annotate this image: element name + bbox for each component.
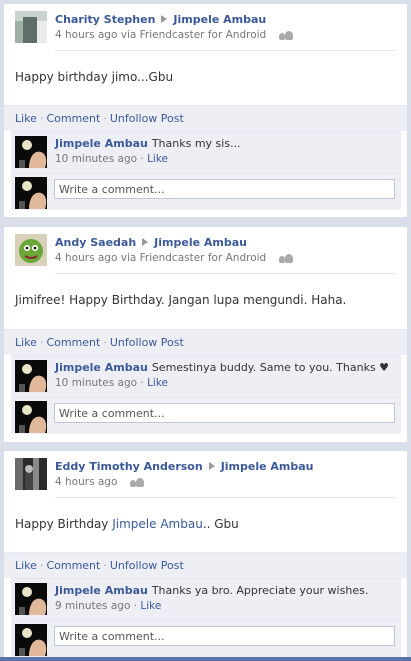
comment-like-link[interactable]: Like: [147, 377, 168, 389]
feed-post: Charity Stephen Jimpele Ambau 4 hours ago…: [4, 4, 407, 217]
post-header: Charity Stephen Jimpele Ambau 4 hours ago…: [4, 4, 407, 56]
post-meta: 4 hours ago via Friendcaster for Android: [55, 252, 293, 264]
post-name-line: Charity Stephen Jimpele Ambau: [55, 13, 266, 26]
divider: [55, 273, 395, 274]
write-comment-row: [11, 173, 401, 210]
friends-audience-icon[interactable]: [129, 477, 144, 487]
post-message: Happy Birthday Jimpele Ambau.. Gbu: [15, 517, 239, 531]
divider: [55, 50, 395, 51]
write-comment-input[interactable]: [54, 403, 395, 423]
post-name-line: Eddy Timothy Anderson Jimpele Ambau: [55, 460, 314, 473]
like-link[interactable]: Like: [15, 559, 37, 572]
target-name-link[interactable]: Jimpele Ambau: [154, 236, 247, 249]
target-name-link[interactable]: Jimpele Ambau: [221, 460, 314, 473]
comment-link[interactable]: Comment: [46, 559, 100, 572]
comment-text: Jimpele Ambau Semestinya buddy. Same to y…: [55, 361, 390, 374]
post-message: Jimifree! Happy Birthday. Jangan lupa me…: [15, 293, 347, 307]
comment-like-link[interactable]: Like: [140, 600, 161, 612]
comment-text: Jimpele Ambau Thanks ya bro. Appreciate y…: [55, 584, 369, 597]
divider: [55, 497, 395, 498]
current-user-avatar: [15, 624, 47, 656]
feed-post: Eddy Timothy Anderson Jimpele Ambau 4 hou…: [4, 451, 407, 657]
post-message: Happy birthday jimo...Gbu: [15, 70, 174, 84]
author-name-link[interactable]: Charity Stephen: [55, 13, 155, 26]
comment-timestamp[interactable]: 9 minutes ago: [55, 600, 130, 612]
separator: ·: [39, 336, 44, 349]
separator: ·: [39, 559, 44, 572]
commenter-avatar[interactable]: [15, 360, 47, 392]
post-timestamp[interactable]: 4 hours ago via Friendcaster for Android: [55, 252, 266, 264]
unfollow-post-link[interactable]: Unfollow Post: [110, 559, 184, 572]
separator: ·: [103, 336, 107, 349]
separator: ·: [103, 112, 107, 125]
like-link[interactable]: Like: [15, 336, 37, 349]
arrow-right-icon: [208, 462, 215, 470]
unfollow-post-link[interactable]: Unfollow Post: [110, 112, 184, 125]
comment-meta: 9 minutes ago · Like: [55, 600, 162, 612]
post-actions: Like · Comment · Unfollow Post: [4, 329, 407, 355]
comment-like-link[interactable]: Like: [147, 153, 168, 165]
current-user-avatar: [15, 177, 47, 209]
feed-post: Andy Saedah Jimpele Ambau 4 hours ago via…: [4, 227, 407, 442]
comment-meta: 10 minutes ago · Like: [55, 153, 169, 165]
comment: Jimpele Ambau Semestinya buddy. Same to y…: [11, 355, 401, 397]
friends-audience-icon[interactable]: [278, 253, 293, 263]
author-avatar[interactable]: [15, 458, 47, 490]
post-name-line: Andy Saedah Jimpele Ambau: [55, 236, 247, 249]
comment-link[interactable]: Comment: [46, 336, 100, 349]
comment: Jimpele Ambau Thanks my sis... 10 minutes…: [11, 131, 401, 173]
post-meta: 4 hours ago via Friendcaster for Android: [55, 29, 293, 41]
separator: ·: [39, 112, 44, 125]
author-avatar[interactable]: [15, 11, 47, 43]
like-link[interactable]: Like: [15, 112, 37, 125]
separator: ·: [103, 559, 107, 572]
target-name-link[interactable]: Jimpele Ambau: [173, 13, 266, 26]
write-comment-row: [11, 397, 401, 434]
friends-audience-icon[interactable]: [278, 30, 293, 40]
mentioned-user-link[interactable]: Jimpele Ambau: [112, 517, 203, 531]
comment: Jimpele Ambau Thanks ya bro. Appreciate y…: [11, 578, 401, 620]
author-name-link[interactable]: Eddy Timothy Anderson: [55, 460, 203, 473]
commenter-name-link[interactable]: Jimpele Ambau: [55, 361, 148, 374]
post-actions: Like · Comment · Unfollow Post: [4, 105, 407, 131]
current-user-avatar: [15, 401, 47, 433]
comment-timestamp[interactable]: 10 minutes ago: [55, 377, 137, 389]
arrow-right-icon: [161, 15, 168, 23]
bottom-bar: [0, 657, 411, 661]
post-meta: 4 hours ago: [55, 476, 144, 488]
write-comment-input[interactable]: [54, 626, 395, 646]
commenter-name-link[interactable]: Jimpele Ambau: [55, 137, 148, 150]
arrow-right-icon: [142, 238, 149, 246]
post-timestamp[interactable]: 4 hours ago via Friendcaster for Android: [55, 29, 266, 41]
comment-text: Jimpele Ambau Thanks my sis...: [55, 137, 241, 150]
unfollow-post-link[interactable]: Unfollow Post: [110, 336, 184, 349]
write-comment-row: [11, 620, 401, 657]
commenter-avatar[interactable]: [15, 583, 47, 615]
post-actions: Like · Comment · Unfollow Post: [4, 552, 407, 578]
comment-meta: 10 minutes ago · Like: [55, 377, 169, 389]
commenter-avatar[interactable]: [15, 136, 47, 168]
comment-link[interactable]: Comment: [46, 112, 100, 125]
post-header: Eddy Timothy Anderson Jimpele Ambau 4 hou…: [4, 451, 407, 503]
post-header: Andy Saedah Jimpele Ambau 4 hours ago via…: [4, 227, 407, 279]
post-timestamp[interactable]: 4 hours ago: [55, 476, 117, 488]
commenter-name-link[interactable]: Jimpele Ambau: [55, 584, 148, 597]
author-name-link[interactable]: Andy Saedah: [55, 236, 136, 249]
write-comment-input[interactable]: [54, 179, 395, 199]
author-avatar[interactable]: [15, 234, 47, 266]
comment-timestamp[interactable]: 10 minutes ago: [55, 153, 137, 165]
